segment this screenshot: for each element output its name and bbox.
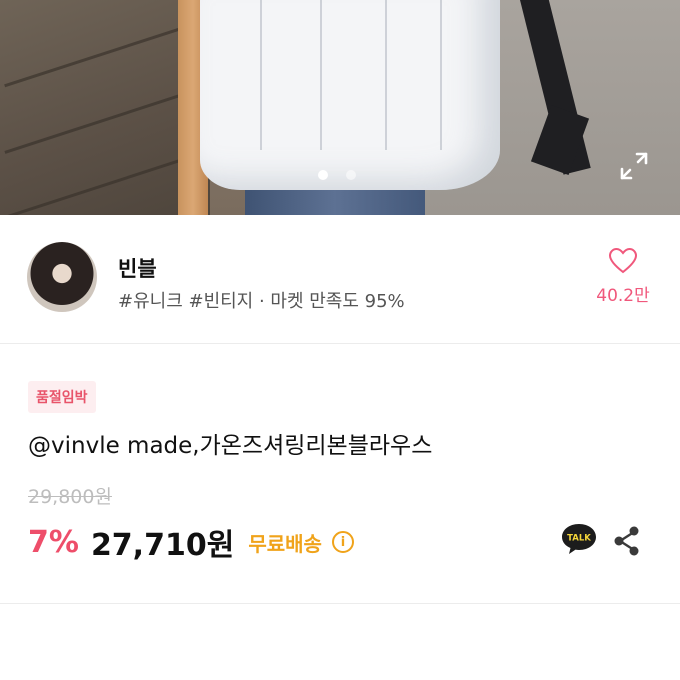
kakao-talk-label: TALK — [567, 534, 591, 544]
heart-icon — [608, 247, 638, 274]
like-count: 40.2만 — [596, 286, 650, 306]
section-divider — [0, 603, 680, 604]
kakao-talk-icon: TALK — [562, 524, 596, 554]
price-row: 7% 27,710원 무료배송 i — [28, 520, 354, 564]
discount-rate: 7% — [28, 524, 79, 560]
sale-price: 27,710원 — [90, 528, 235, 563]
original-price: 29,800원 — [28, 486, 112, 508]
carousel-indicator — [318, 170, 356, 180]
product-title: @vinvle made,가온즈셔링리본블라우스 — [28, 433, 433, 459]
info-icon[interactable]: i — [331, 531, 354, 553]
free-shipping-label: 무료배송 — [248, 531, 322, 556]
kakao-talk-button[interactable]: TALK — [560, 522, 598, 556]
soldout-soon-badge: 품절임박 — [28, 381, 96, 413]
carousel-dot[interactable] — [346, 170, 356, 180]
product-info: 품절임박 @vinvle made,가온즈셔링리본블라우스 29,800원 7%… — [0, 344, 680, 604]
seller-section: 빈블 #유니크 #빈티지 · 마켓 만족도 95% 40.2만 — [0, 215, 680, 344]
share-button[interactable] — [610, 524, 644, 558]
product-image-carousel[interactable] — [0, 0, 680, 215]
expand-icon — [620, 152, 648, 180]
expand-image-button[interactable] — [616, 148, 652, 184]
hero-blouse — [200, 0, 500, 190]
seller-name[interactable]: 빈블 — [118, 253, 157, 283]
like-button[interactable]: 40.2만 — [588, 247, 658, 306]
share-icon — [614, 526, 639, 556]
seller-avatar[interactable] — [27, 242, 97, 312]
seller-tags: #유니크 #빈티지 · 마켓 만족도 95% — [118, 291, 405, 312]
carousel-dot-active[interactable] — [318, 170, 328, 180]
